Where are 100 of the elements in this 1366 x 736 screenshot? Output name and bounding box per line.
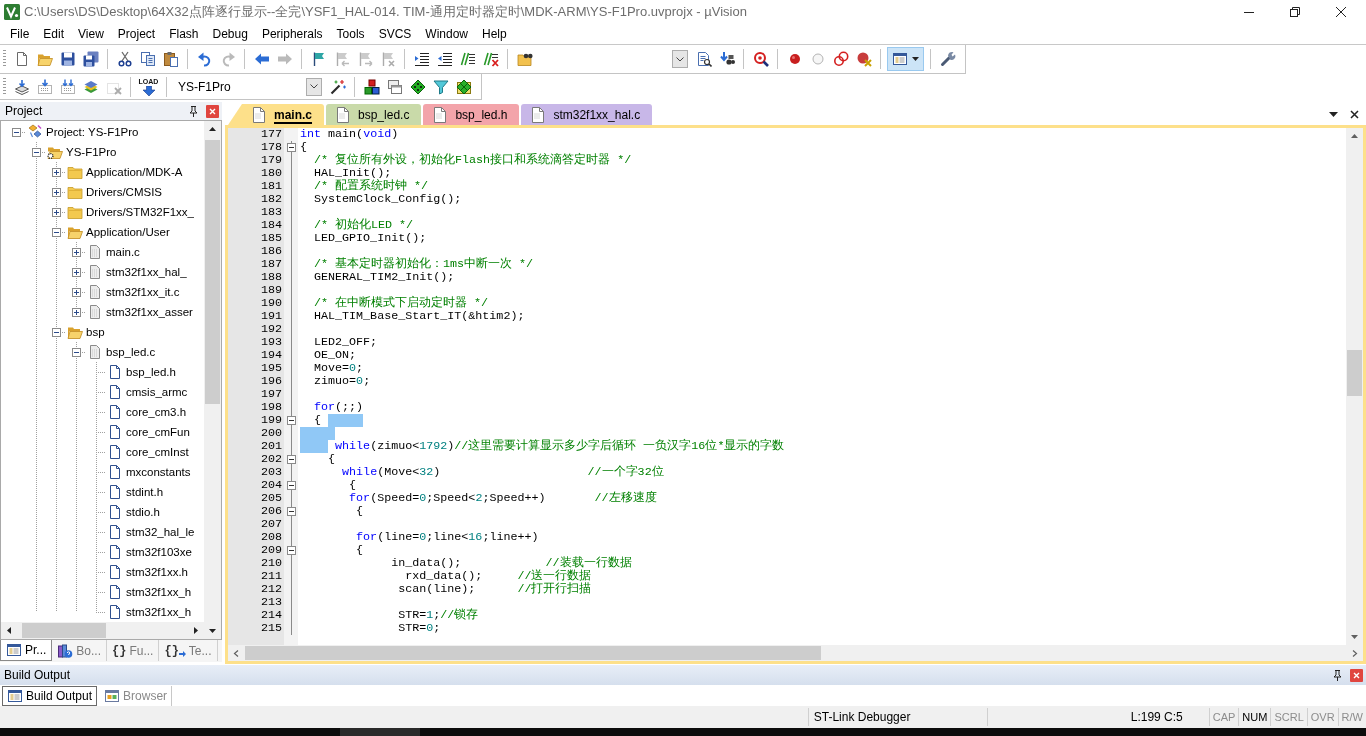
tree-item[interactable]: stm32f1xx_asser (105, 306, 194, 318)
scroll-down-icon[interactable] (209, 627, 216, 634)
tree-item[interactable]: Project: YS-F1Pro (45, 126, 140, 138)
tree-item[interactable]: stdint.h (125, 486, 165, 498)
cubes-icon[interactable] (363, 78, 380, 95)
left-arrow-icon[interactable] (253, 51, 270, 67)
editor-tab[interactable]: stm32f1xx_hal.c (521, 104, 653, 125)
expand-icon[interactable] (71, 247, 81, 257)
horizontal-scrollbar[interactable] (228, 645, 1363, 661)
tree-item[interactable]: stm32f1xx_hal_ (105, 266, 188, 278)
tree-item[interactable]: core_cmFun (125, 426, 191, 438)
vertical-scrollbar[interactable] (204, 121, 221, 639)
tree-item[interactable]: stm32f103xe (125, 546, 193, 558)
diamond-icon[interactable] (409, 78, 426, 95)
clipboard-icon[interactable] (162, 51, 179, 67)
window-layout-button[interactable] (888, 48, 923, 70)
panel-tab[interactable]: Bo... (52, 640, 108, 661)
outdent-lines-icon[interactable] (436, 51, 453, 67)
layers-icon[interactable] (82, 78, 99, 95)
pin-icon[interactable] (1333, 669, 1342, 681)
circle-cross-icon[interactable] (855, 51, 872, 67)
restore-icon[interactable] (1290, 7, 1300, 17)
collapse-icon[interactable] (286, 481, 296, 490)
combo-field[interactable]: YS-F1Pro (172, 77, 306, 96)
undo-arrow-icon[interactable] (196, 51, 213, 67)
double-ring-icon[interactable] (832, 51, 849, 67)
expand-icon[interactable] (51, 207, 61, 217)
scroll-thumb[interactable] (22, 623, 106, 638)
dropdown-button[interactable] (672, 50, 688, 68)
expand-icon[interactable] (71, 307, 81, 317)
editor-tab[interactable]: bsp_led.h (423, 104, 520, 125)
panel-tab[interactable]: {} Te... (159, 640, 218, 661)
collapse-icon[interactable] (286, 507, 296, 516)
menu-item[interactable]: Window (418, 27, 475, 41)
scissors-icon[interactable] (116, 51, 133, 67)
page-search-icon[interactable] (695, 51, 712, 67)
dropdown-button[interactable] (306, 77, 322, 96)
double-arrow-box-icon[interactable] (59, 78, 76, 95)
collapse-icon[interactable] (286, 455, 296, 464)
menu-item[interactable]: Peripherals (254, 27, 330, 41)
tree-item[interactable]: cmsis_armc (125, 386, 189, 398)
menu-item[interactable]: View (71, 27, 111, 41)
menu-item[interactable]: Tools (329, 27, 372, 41)
tree-item[interactable]: Drivers/STM32F1xx_ (85, 206, 195, 218)
stack-arrow-icon[interactable] (13, 78, 30, 95)
panel-tab[interactable]: Pr... (0, 640, 53, 661)
uncomment-lines-icon[interactable] (482, 51, 499, 67)
tree-item[interactable]: stm32f1xx_it.c (105, 286, 181, 298)
menu-item[interactable]: Flash (162, 27, 206, 41)
collapse-icon[interactable] (51, 227, 61, 237)
scroll-thumb[interactable] (1347, 350, 1362, 396)
tree-item[interactable]: Application/User (85, 226, 171, 238)
tree-item[interactable]: bsp_led.h (125, 366, 177, 378)
menu-item[interactable]: SVCS (371, 27, 419, 41)
tree-item[interactable]: mxconstants (125, 466, 192, 478)
horizontal-scrollbar[interactable] (1, 622, 204, 639)
tree-item[interactable]: stm32f1xx.h (125, 566, 189, 578)
tree-item[interactable]: Drivers/CMSIS (85, 186, 164, 198)
tree-item[interactable]: bsp_led.c (105, 346, 157, 358)
collapse-icon[interactable] (71, 347, 81, 357)
diamond-grid-icon[interactable] (455, 78, 472, 95)
magnifier-icon[interactable] (752, 51, 769, 67)
tree-item[interactable]: main.c (105, 246, 141, 258)
close-icon[interactable] (1336, 7, 1346, 17)
panel-tab[interactable]: {} Fu... (107, 640, 160, 661)
menu-item[interactable]: File (3, 27, 37, 41)
scroll-up-icon[interactable] (209, 126, 216, 133)
tree-item[interactable]: Application/MDK-A (85, 166, 184, 178)
tree-item[interactable]: stm32_hal_le (125, 526, 196, 538)
expand-icon[interactable] (51, 187, 61, 197)
tree-item[interactable]: bsp (85, 326, 106, 338)
collapse-icon[interactable] (11, 127, 21, 137)
menu-item[interactable]: Debug (205, 27, 255, 41)
scroll-left-icon[interactable] (6, 627, 13, 634)
magic-wand-icon[interactable] (329, 78, 346, 95)
menu-item[interactable]: Help (475, 27, 514, 41)
tree-item[interactable]: stdio.h (125, 506, 161, 518)
output-tab[interactable]: Build Output (2, 685, 98, 706)
expand-icon[interactable] (71, 267, 81, 277)
tree-item[interactable]: stm32f1xx_h (125, 606, 193, 618)
collapse-icon[interactable] (31, 147, 41, 157)
pin-icon[interactable] (189, 105, 198, 117)
binoculars-arrow-icon[interactable] (718, 51, 735, 67)
menu-item[interactable]: Edit (36, 27, 72, 41)
tree-item[interactable]: stm32f1xx_h (125, 586, 193, 598)
collapse-icon[interactable] (286, 546, 296, 555)
vertical-scrollbar[interactable] (1346, 128, 1363, 645)
scroll-right-icon[interactable] (192, 627, 199, 634)
menu-item[interactable]: Project (110, 27, 163, 41)
close-icon[interactable] (1350, 110, 1359, 119)
windows-icon[interactable] (386, 78, 403, 95)
arrow-box-icon[interactable] (36, 78, 53, 95)
funnel-icon[interactable] (432, 78, 449, 95)
tree-item[interactable]: core_cm3.h (125, 406, 188, 418)
comment-lines-icon[interactable] (459, 51, 476, 67)
collapse-icon[interactable] (286, 143, 296, 152)
folder-binoculars-icon[interactable] (516, 51, 533, 67)
indent-lines-icon[interactable] (413, 51, 430, 67)
copy-pages-icon[interactable] (139, 51, 156, 67)
scroll-thumb[interactable] (205, 140, 220, 404)
